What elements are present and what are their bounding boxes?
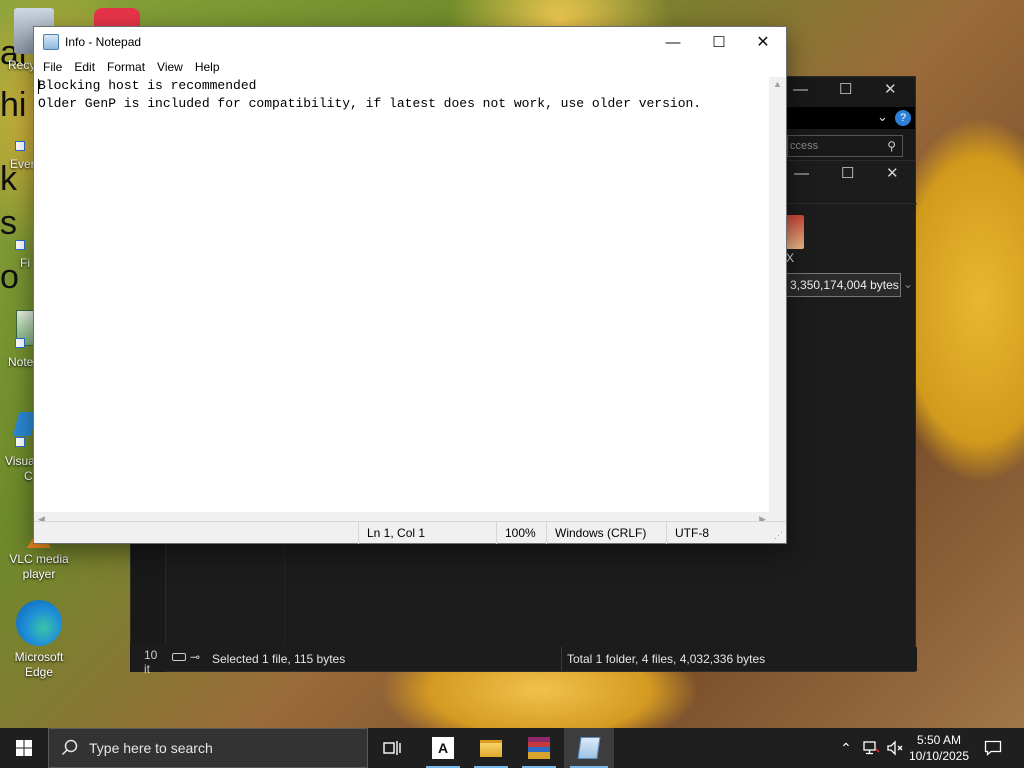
start-button[interactable] (0, 728, 48, 768)
search-placeholder: Type here to search (89, 740, 213, 756)
desktop-icon-label: VLC media (9, 552, 69, 566)
explorer-statusbar: ⊸ Selected 1 file, 115 bytes Total 1 fol… (166, 647, 917, 671)
taskbar-adobe-app[interactable]: A (420, 728, 466, 768)
wallpaper-text: o (0, 258, 19, 296)
windows-logo-icon (16, 740, 32, 756)
taskbar-winrar[interactable] (516, 728, 562, 768)
details-view-icon[interactable] (172, 653, 186, 661)
desktop-icon-edge[interactable]: Microsoft Edge (2, 600, 76, 680)
status-line-ending: Windows (CRLF) (546, 522, 666, 544)
title-bar[interactable]: Info - Notepad — ☐ ✕ (34, 27, 786, 57)
shortcut-arrow-icon (15, 240, 25, 250)
notepad-icon (577, 737, 601, 759)
taskbar-file-explorer[interactable] (468, 728, 514, 768)
desktop-icon-label: Ever (10, 157, 35, 171)
task-view-button[interactable] (368, 728, 416, 768)
menu-edit[interactable]: Edit (68, 60, 101, 74)
maximize-icon[interactable]: ☐ (839, 80, 852, 98)
desktop-icon-label: C (24, 469, 33, 483)
clock-date: 10/10/2025 (908, 749, 970, 763)
archive-file-icon[interactable] (786, 215, 804, 249)
menu-bar: File Edit Format View Help (34, 57, 786, 77)
clock[interactable]: 5:50 AM 10/10/2025 (908, 732, 970, 764)
notepad-icon (43, 34, 59, 50)
status-position: Ln 1, Col 1 (358, 522, 496, 544)
minimize-button[interactable]: — (650, 27, 696, 57)
network-icon (863, 741, 880, 755)
taskbar: Type here to search A ⌃ 5:50 AM 10/10/20… (0, 728, 1024, 768)
desktop-icon-label: Microsoft (14, 650, 64, 664)
edge-icon (16, 600, 62, 646)
chevron-up-icon: ⌃ (840, 739, 852, 756)
minimize-icon[interactable]: — (794, 165, 809, 182)
menu-file[interactable]: File (37, 60, 68, 74)
taskbar-search-box[interactable]: Type here to search (48, 728, 368, 768)
ribbon-bar: ⌄ ? (787, 107, 915, 129)
chevron-down-icon[interactable]: ⌄ (877, 109, 888, 125)
search-placeholder: ccess (790, 140, 819, 152)
desktop-icon-label: Note (8, 355, 34, 369)
adobe-icon: A (432, 737, 454, 759)
maximize-icon[interactable]: ☐ (841, 164, 854, 182)
text-line: Blocking host is recommended (38, 78, 257, 93)
status-total: Total 1 folder, 4 files, 4,032,336 bytes (567, 652, 766, 666)
show-hidden-icons-button[interactable]: ⌃ (836, 728, 856, 768)
volume-muted-icon (887, 740, 903, 756)
chevron-down-icon: ⌄ (903, 277, 914, 291)
items-count: 10 it (130, 644, 166, 676)
task-view-icon (383, 741, 401, 755)
folder-icon (480, 739, 502, 757)
search-icon (61, 739, 78, 756)
text-editor[interactable]: Blocking host is recommended Older GenP i… (34, 77, 770, 531)
winrar-icon (528, 737, 550, 759)
desktop-icon-label: player (22, 567, 56, 581)
desktop-icon-label: Edge (24, 665, 54, 679)
menu-format[interactable]: Format (101, 60, 151, 74)
desktop-icon-label: Visua (5, 454, 35, 468)
search-icon: ⚲ (887, 139, 896, 153)
file-tile-label: X (786, 251, 795, 265)
desktop-icon-label: Recy (8, 58, 36, 72)
close-icon[interactable]: ✕ (886, 164, 899, 182)
text-caret (38, 79, 39, 94)
wallpaper-text: s (0, 204, 17, 242)
window-title: Info - Notepad (65, 35, 142, 49)
shortcut-arrow-icon (15, 437, 25, 447)
clock-time: 5:50 AM (916, 733, 962, 747)
help-icon[interactable]: ? (895, 110, 911, 126)
menu-help[interactable]: Help (189, 60, 226, 74)
minimize-icon[interactable]: — (793, 81, 808, 98)
wallpaper-text: hi (0, 86, 27, 124)
size-tooltip: e 3,350,174,004 bytes (777, 273, 901, 297)
vertical-scrollbar[interactable]: ▲ ▼ (769, 77, 786, 531)
notification-icon (984, 740, 1002, 756)
minimize-icon: — (665, 33, 681, 51)
shortcut-arrow-icon (15, 141, 25, 151)
action-center-button[interactable] (976, 728, 1010, 768)
scroll-up-icon[interactable]: ▲ (773, 79, 782, 89)
notepad-statusbar: Ln 1, Col 1 100% Windows (CRLF) UTF-8 ⋰ (34, 521, 786, 544)
volume-button[interactable] (884, 728, 906, 768)
menu-view[interactable]: View (151, 60, 189, 74)
status-encoding: UTF-8 (666, 522, 786, 544)
close-icon: ✕ (756, 34, 770, 51)
tiles-view-icon[interactable]: ⊸ (190, 650, 200, 664)
network-button[interactable] (860, 728, 882, 768)
status-zoom: 100% (496, 522, 546, 544)
close-icon[interactable]: ✕ (884, 80, 897, 98)
shortcut-arrow-icon (15, 338, 25, 348)
notepad-window[interactable]: Info - Notepad — ☐ ✕ File Edit Format Vi… (33, 26, 787, 544)
resize-grip-icon[interactable]: ⋰ (774, 530, 783, 541)
maximize-icon: ☐ (712, 34, 726, 51)
text-line: Older GenP is included for compatibility… (38, 96, 702, 111)
search-input[interactable]: ccess ⚲ (787, 135, 903, 157)
maximize-button[interactable]: ☐ (696, 27, 742, 57)
close-button[interactable]: ✕ (740, 27, 786, 57)
desktop-icon-label: Fi (20, 256, 30, 270)
status-selected: Selected 1 file, 115 bytes (212, 652, 346, 666)
taskbar-notepad[interactable] (564, 728, 614, 768)
